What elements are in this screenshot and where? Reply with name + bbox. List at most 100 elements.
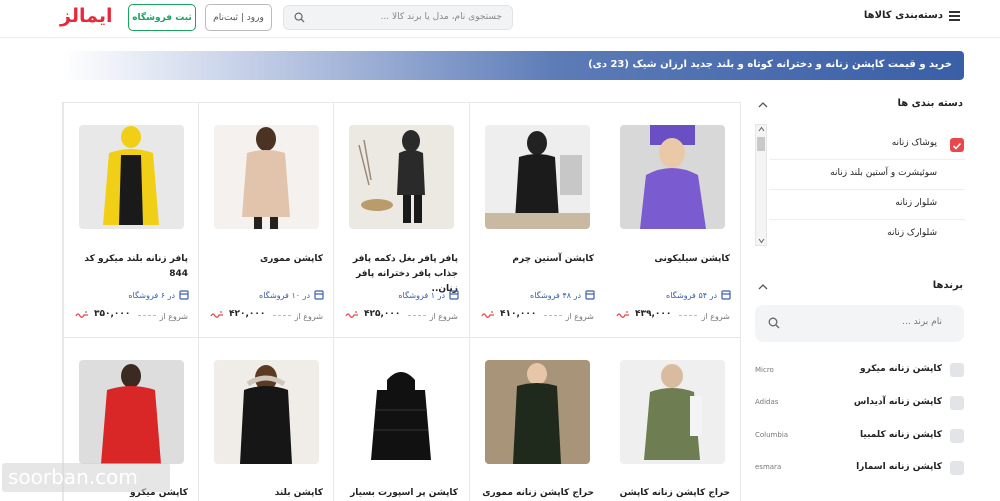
- divider: [408, 315, 426, 316]
- brand-checkbox-micro[interactable]: [950, 363, 964, 377]
- product-price: ۴۳۹,۰۰۰: [635, 309, 672, 319]
- site-logo[interactable]: ایمالز: [60, 5, 113, 27]
- brand-checkbox-columbia[interactable]: [950, 429, 964, 443]
- store-count[interactable]: در ۵۴ فروشگاه: [666, 290, 731, 300]
- scroll-down-icon[interactable]: [758, 238, 765, 244]
- scrollbar-thumb[interactable]: [757, 137, 765, 151]
- brand-checkbox-adidas[interactable]: [950, 396, 964, 410]
- product-name[interactable]: حراج کاپشن زنانه مموری: [476, 486, 594, 501]
- brand-item-esmara[interactable]: کاپشن زنانه اسمارا: [856, 462, 942, 472]
- product-name[interactable]: کاپشن بلند: [205, 486, 323, 501]
- product-image[interactable]: [485, 360, 590, 464]
- product-name[interactable]: کاپشن پر اسپورت بسیار: [340, 486, 458, 501]
- toman-icon: [481, 311, 494, 318]
- product-name[interactable]: کاپشن مموری: [205, 252, 323, 267]
- brand-checkbox-esmara[interactable]: [950, 461, 964, 475]
- product-price: ۴۲۵,۰۰۰: [364, 309, 401, 319]
- store-count-text: در ۵۴ فروشگاه: [666, 290, 717, 300]
- register-shop-button[interactable]: ثبت فروشگاه: [128, 4, 196, 31]
- store-count[interactable]: در ۱ فروشگاه: [398, 290, 459, 300]
- store-count[interactable]: در ۴۸ فروشگاه: [530, 290, 595, 300]
- product-name[interactable]: حراج کاپشن زنانه کاپشن دخترانه: [612, 486, 730, 501]
- search-placeholder: جستجوی نام، مدل یا برند کالا ...: [380, 12, 502, 22]
- menu-icon: [949, 11, 960, 21]
- product-card[interactable]: کاپشن بلند: [198, 338, 334, 501]
- price-from-label: شروع از: [294, 312, 323, 321]
- chevron-up-icon[interactable]: [758, 100, 768, 110]
- brand-item-columbia[interactable]: کاپشن زنانه کلمبیا: [860, 430, 942, 440]
- divider: [544, 315, 562, 316]
- product-card[interactable]: پافر پافر بغل دکمه پافر جذاب پافر دختران…: [333, 103, 469, 338]
- product-name[interactable]: پافر زنانه بلند میکرو کد 844: [70, 252, 188, 282]
- search-icon: [294, 12, 305, 23]
- category-scrollbar[interactable]: [755, 124, 767, 246]
- product-name[interactable]: کاپشن آستین چرم: [476, 252, 594, 267]
- search-input[interactable]: جستجوی نام، مدل یا برند کالا ...: [283, 5, 513, 30]
- product-image[interactable]: [620, 125, 725, 229]
- brand-en-columbia: Columbia: [755, 431, 789, 439]
- store-icon: [179, 290, 189, 300]
- brand-en-adidas: Adidas: [755, 398, 779, 406]
- product-image[interactable]: [620, 360, 725, 464]
- product-image[interactable]: [485, 125, 590, 229]
- product-price: ۴۲۰,۰۰۰: [229, 309, 266, 319]
- product-name[interactable]: کاپشن سیلیکونی: [612, 252, 730, 267]
- divider: [769, 189, 965, 190]
- store-icon: [314, 290, 324, 300]
- category-list: پوشاک زنانه سوئیشرت و آستین بلند زنانه ش…: [755, 124, 965, 246]
- store-icon: [721, 290, 731, 300]
- store-count-text: در ۱ فروشگاه: [398, 290, 445, 300]
- store-icon: [585, 290, 595, 300]
- divider: [138, 315, 156, 316]
- product-image[interactable]: [214, 125, 319, 229]
- divider: [273, 315, 291, 316]
- product-price: ۳۵۰,۰۰۰: [94, 309, 131, 319]
- category-item-women-clothing[interactable]: پوشاک زنانه: [892, 138, 937, 148]
- divider: [769, 159, 965, 160]
- categories-menu-button[interactable]: دسته‌بندی کالاها: [864, 10, 960, 21]
- chevron-up-icon[interactable]: [758, 282, 768, 292]
- price-from-label: شروع از: [701, 312, 730, 321]
- product-grid: کاپشن سیلیکونی در ۵۴ فروشگاه شروع از ۴۳۹…: [62, 102, 741, 501]
- product-image[interactable]: [349, 360, 454, 464]
- categories-title: دسته بندی ها: [897, 98, 963, 109]
- top-header: ایمالز ثبت فروشگاه ورود | ثبت‌نام جستجوی…: [0, 0, 1000, 38]
- product-image[interactable]: [349, 125, 454, 229]
- product-image[interactable]: [214, 360, 319, 464]
- store-count-text: در ۶ فروشگاه: [128, 290, 175, 300]
- product-image[interactable]: [79, 360, 184, 464]
- product-card[interactable]: حراج کاپشن زنانه مموری: [469, 338, 605, 501]
- price-from-label: شروع از: [429, 312, 458, 321]
- page-title-banner: خرید و قیمت کاپشن زنانه و دخترانه کوتاه …: [62, 51, 964, 80]
- brand-search-input[interactable]: نام برند ...: [755, 305, 964, 342]
- store-count[interactable]: در ۱۰ فروشگاه: [259, 290, 324, 300]
- price-from-label: شروع از: [565, 312, 594, 321]
- product-card[interactable]: حراج کاپشن زنانه کاپشن دخترانه: [605, 338, 741, 501]
- toman-icon: [210, 311, 223, 318]
- product-card[interactable]: کاپشن مموری در ۱۰ فروشگاه شروع از ۴۲۰,۰۰…: [198, 103, 334, 338]
- category-item-pants[interactable]: شلوار زنانه: [895, 198, 937, 208]
- categories-label: دسته‌بندی کالاها: [863, 10, 943, 21]
- login-register-button[interactable]: ورود | ثبت‌نام: [205, 4, 272, 31]
- brand-item-micro[interactable]: کاپشن زنانه میکرو: [860, 364, 942, 374]
- product-card[interactable]: کاپشن سیلیکونی در ۵۴ فروشگاه شروع از ۴۳۹…: [605, 103, 741, 338]
- product-card[interactable]: پافر زنانه بلند میکرو کد 844 در ۶ فروشگا…: [63, 103, 199, 338]
- checkmark-icon: [952, 142, 962, 150]
- brand-en-micro: Micro: [755, 366, 774, 374]
- brand-search-placeholder: نام برند ...: [902, 317, 942, 327]
- toman-icon: [345, 311, 358, 318]
- toman-icon: [616, 311, 629, 318]
- category-checkbox-women-clothing[interactable]: [950, 138, 964, 152]
- brand-en-esmara: esmara: [755, 463, 782, 471]
- watermark-text: soorban.com: [8, 465, 138, 489]
- product-card[interactable]: کاپشن آستین چرم در ۴۸ فروشگاه شروع از ۴۱…: [469, 103, 605, 338]
- product-image[interactable]: [79, 125, 184, 229]
- store-count[interactable]: در ۶ فروشگاه: [128, 290, 189, 300]
- product-card[interactable]: کاپشن پر اسپورت بسیار: [333, 338, 469, 501]
- category-item-shorts[interactable]: شلوارک زنانه: [887, 228, 937, 238]
- scroll-up-icon[interactable]: [758, 126, 765, 132]
- brand-item-adidas[interactable]: کاپشن زنانه آدیداس: [854, 397, 942, 407]
- divider: [769, 219, 965, 220]
- category-item-sweatshirt[interactable]: سوئیشرت و آستین بلند زنانه: [830, 168, 937, 178]
- store-count-text: در ۱۰ فروشگاه: [259, 290, 310, 300]
